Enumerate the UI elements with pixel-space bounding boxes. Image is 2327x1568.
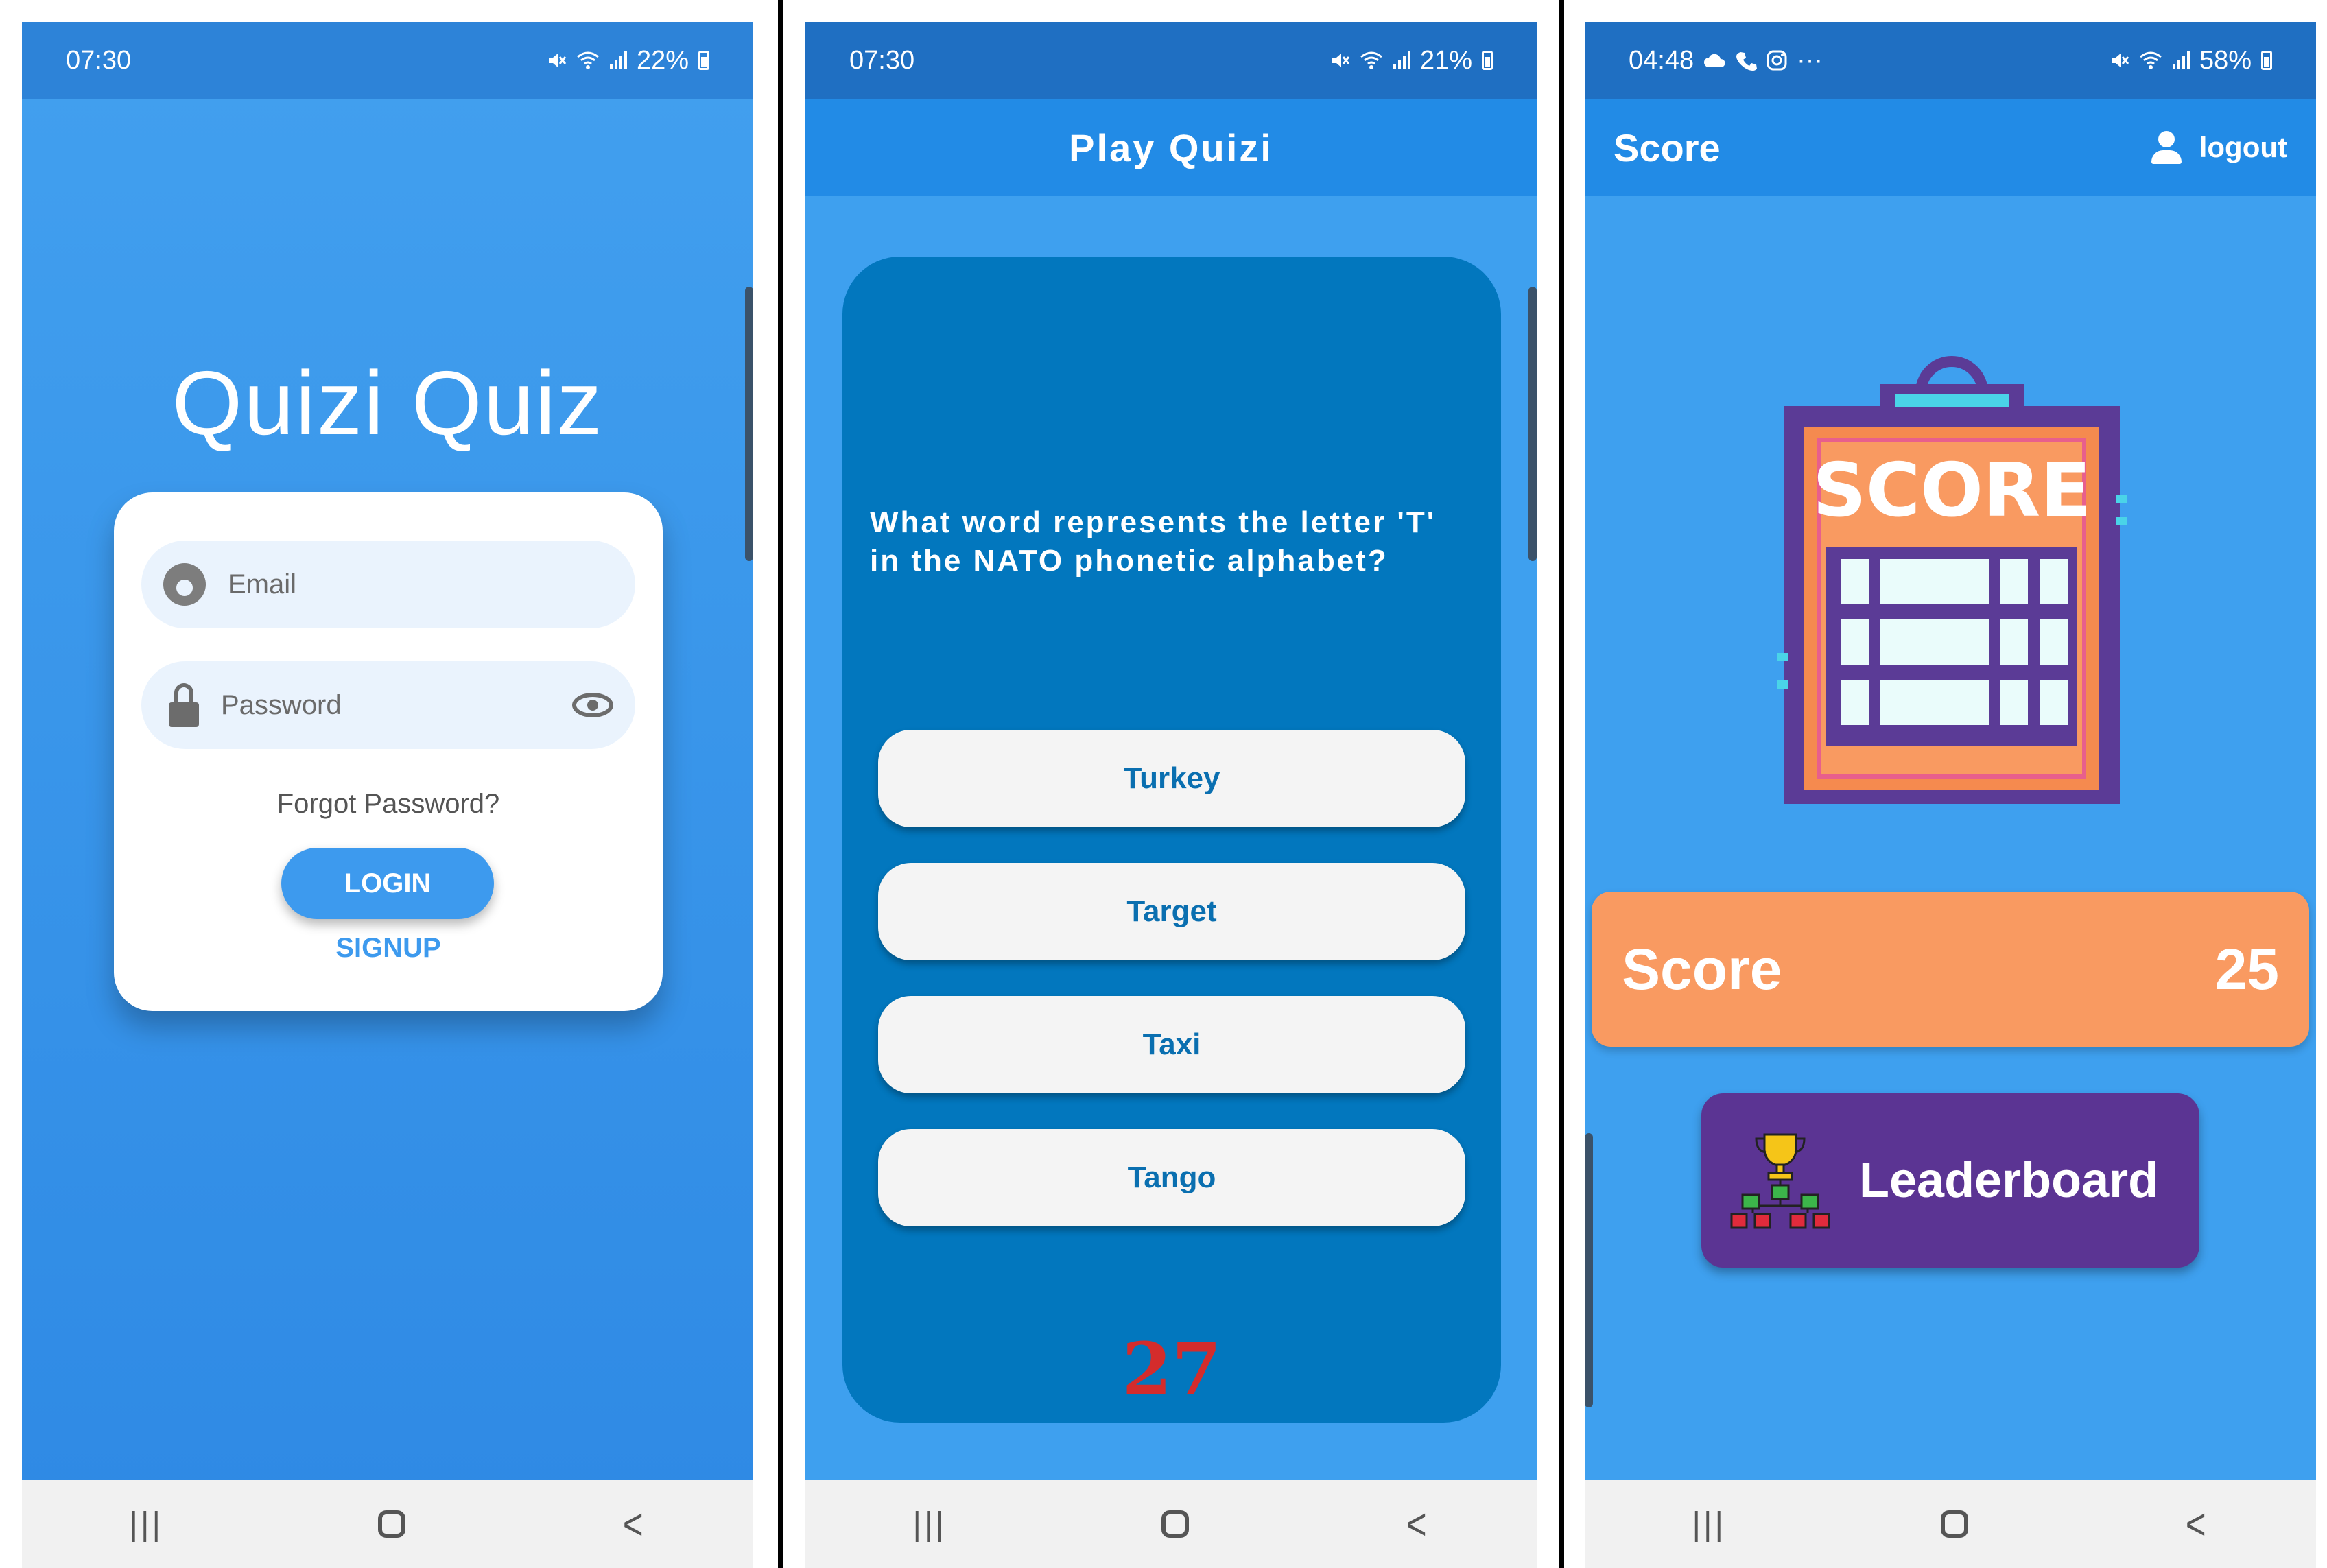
- account-circle-icon: [163, 563, 206, 606]
- login-button[interactable]: LOGIN: [281, 848, 494, 919]
- cloud-icon: [1704, 54, 1725, 67]
- clipboard-clip-highlight: [1895, 394, 2009, 407]
- answer-option-1[interactable]: Turkey: [878, 730, 1465, 827]
- eye-icon[interactable]: [572, 693, 613, 717]
- recent-apps-button[interactable]: |||: [130, 1506, 163, 1543]
- battery-percent: 58%: [2199, 45, 2252, 75]
- status-bar: 04:48 ··· 58%: [1585, 22, 2316, 99]
- login-card: Forgot Password? LOGIN SIGNUP: [114, 492, 663, 1011]
- wifi-icon: [2140, 51, 2162, 69]
- signal-icon: [1393, 51, 1410, 69]
- phone-icon: [1736, 52, 1758, 71]
- recent-apps-button[interactable]: |||: [913, 1506, 947, 1543]
- status-time: 07:30: [66, 45, 132, 75]
- leaderboard-label: Leaderboard: [1859, 1153, 2159, 1208]
- system-nav-bar: ||| <: [805, 1480, 1537, 1568]
- signal-icon: [2172, 51, 2190, 69]
- home-button[interactable]: [1941, 1510, 1968, 1538]
- email-input[interactable]: [226, 568, 586, 601]
- mute-icon: [548, 54, 567, 67]
- wifi-icon: [577, 51, 599, 69]
- battery-icon: [1482, 51, 1493, 70]
- instagram-icon: [1767, 50, 1787, 71]
- system-nav-bar: ||| <: [22, 1480, 753, 1568]
- back-button[interactable]: <: [1406, 1499, 1427, 1549]
- battery-icon: [698, 51, 709, 70]
- wifi-icon: [1360, 51, 1382, 69]
- divider: [778, 0, 783, 1568]
- signup-link[interactable]: SIGNUP: [114, 933, 663, 964]
- score-screen: 04:48 ··· 58% Score logout SCORE Score 2…: [1585, 22, 2316, 1568]
- signal-icon: [609, 51, 627, 69]
- answer-option-4[interactable]: Tango: [878, 1129, 1465, 1226]
- password-input[interactable]: [220, 689, 524, 722]
- score-clipboard-illustration: SCORE: [1777, 356, 2127, 804]
- answer-option-2[interactable]: Target: [878, 863, 1465, 960]
- status-time: 07:30: [849, 45, 915, 75]
- logout-label: logout: [2199, 131, 2287, 163]
- battery-icon: [2261, 51, 2272, 70]
- app-bar: Score logout: [1585, 99, 2316, 196]
- side-handle: [1528, 287, 1537, 561]
- page-title: Play Quizi: [1069, 126, 1273, 169]
- mute-icon: [2111, 54, 2129, 67]
- login-screen: 07:30 22% Quizi Quiz Forgot Password? LO…: [22, 22, 753, 1568]
- app-title: Quizi Quiz: [172, 353, 604, 453]
- answer-option-3[interactable]: Taxi: [878, 996, 1465, 1093]
- score-result-card: Score 25: [1592, 892, 2309, 1047]
- app-bar: Play Quizi: [805, 99, 1537, 196]
- divider: [1559, 0, 1564, 1568]
- more-notifications-icon: ···: [1797, 45, 1823, 75]
- leaderboard-button[interactable]: Leaderboard: [1701, 1093, 2199, 1268]
- email-field[interactable]: [141, 541, 635, 628]
- score-label: Score: [1622, 936, 1782, 1001]
- recent-apps-button[interactable]: |||: [1692, 1506, 1726, 1543]
- battery-percent: 21%: [1419, 45, 1472, 75]
- home-button[interactable]: [1161, 1510, 1189, 1538]
- mute-icon: [1332, 54, 1350, 67]
- forgot-password-link[interactable]: Forgot Password?: [114, 789, 663, 820]
- back-button[interactable]: <: [623, 1499, 643, 1549]
- system-nav-bar: ||| <: [1585, 1480, 2316, 1568]
- trophy-hierarchy-icon: [1730, 1133, 1830, 1229]
- score-art-text: SCORE: [1812, 448, 2091, 534]
- status-time: 04:48: [1629, 45, 1694, 75]
- side-handle: [1585, 1133, 1593, 1407]
- status-bar: 07:30 22%: [22, 22, 753, 99]
- quiz-screen: 07:30 21% Play Quizi What word represent…: [805, 22, 1537, 1568]
- home-button[interactable]: [378, 1510, 405, 1538]
- question-text: What word represents the letter 'T' in t…: [870, 506, 1437, 578]
- battery-percent: 22%: [636, 45, 689, 75]
- back-button[interactable]: <: [2186, 1499, 2206, 1549]
- page-title: Score: [1614, 126, 1721, 169]
- question-card: What word represents the letter 'T' in t…: [842, 257, 1501, 1423]
- lock-icon: [169, 683, 199, 727]
- status-bar: 07:30 21%: [805, 22, 1537, 99]
- score-value: 25: [2214, 936, 2279, 1001]
- countdown-timer: 27: [1122, 1327, 1222, 1411]
- person-icon: [2150, 131, 2183, 164]
- password-field[interactable]: [141, 661, 635, 749]
- logout-button[interactable]: logout: [2150, 131, 2287, 164]
